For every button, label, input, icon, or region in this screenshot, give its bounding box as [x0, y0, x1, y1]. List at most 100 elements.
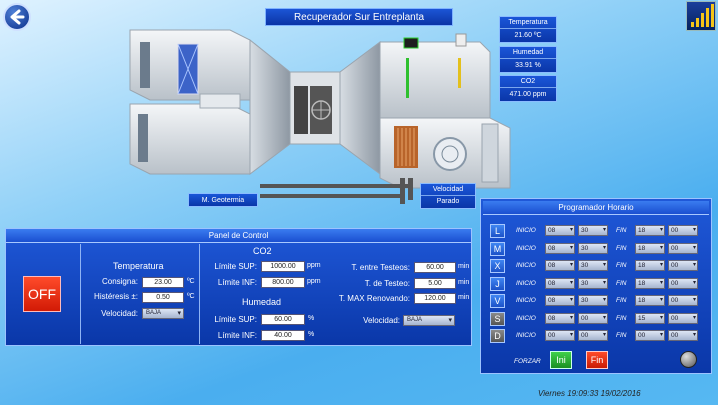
pipe-upper [260, 184, 410, 188]
datetime-status: Viernes 19:09:33 19/02/2016 [538, 389, 641, 398]
signal-bars-icon [691, 4, 714, 27]
day-button-s[interactable]: S [490, 312, 505, 326]
inicio-hour-select[interactable]: 08 [545, 278, 575, 289]
fin-minute-select[interactable]: 00 [668, 313, 698, 324]
signal-button[interactable] [686, 1, 716, 31]
histeresis-unit: ºC [187, 293, 195, 300]
fin-minute-select[interactable]: 00 [668, 330, 698, 341]
co2-sup-unit: ppm [307, 262, 321, 269]
blower-icon [433, 137, 467, 171]
divider [199, 244, 200, 344]
sensor-green [406, 58, 409, 98]
fin-label: FIN [616, 332, 627, 339]
status-led [680, 351, 697, 368]
control-panel-title: Panel de Control [6, 229, 471, 243]
day-button-x[interactable]: X [490, 259, 505, 273]
day-button-m[interactable]: M [490, 242, 505, 256]
hum-sup-input[interactable]: 60.00 [261, 314, 305, 325]
max-renovando-input[interactable]: 120.00 [414, 293, 456, 304]
forzar-fin-button[interactable]: Fin [586, 351, 608, 369]
page-title: Recuperador Sur Entreplanta [265, 8, 453, 26]
co2-inf-unit: ppm [307, 278, 321, 285]
entre-testeos-input[interactable]: 60.00 [414, 262, 456, 273]
temp-velocidad-select[interactable]: BAJA [142, 308, 184, 319]
inicio-hour-select[interactable]: 00 [545, 330, 575, 341]
consigna-label: Consigna: [101, 277, 138, 286]
inicio-minute-select[interactable]: 00 [578, 330, 608, 341]
inicio-minute-select[interactable]: 30 [578, 295, 608, 306]
inicio-hour-select[interactable]: 08 [545, 243, 575, 254]
co2-inf-input[interactable]: 800.00 [261, 277, 305, 288]
co2-sup-input[interactable]: 1000.00 [261, 261, 305, 272]
testeo-label: T. de Testeo: [364, 279, 410, 288]
humedad-title: Humedad [242, 297, 282, 307]
entre-testeos-unit: min [458, 263, 470, 270]
inicio-label: INICIO [516, 315, 536, 322]
inicio-hour-select[interactable]: 08 [545, 225, 575, 236]
inicio-minute-select[interactable]: 30 [578, 225, 608, 236]
testeo-velocidad-select[interactable]: BAJA [403, 315, 455, 326]
inicio-minute-select[interactable]: 30 [578, 278, 608, 289]
day-button-l[interactable]: L [490, 224, 505, 238]
co2-title: CO2 [253, 246, 272, 256]
fin-minute-select[interactable]: 00 [668, 225, 698, 236]
hvac-screen: Recuperador Sur Entreplanta Temperatura … [0, 0, 718, 405]
fin-hour-select[interactable]: 18 [635, 295, 665, 306]
arrow-left-icon [10, 9, 25, 25]
fin-minute-select[interactable]: 00 [668, 260, 698, 271]
fin-hour-select[interactable]: 18 [635, 243, 665, 254]
inicio-minute-select[interactable]: 30 [578, 260, 608, 271]
speed-label: Velocidad [421, 184, 475, 196]
exchanger-core [294, 86, 308, 134]
fin-hour-select[interactable]: 18 [635, 225, 665, 236]
back-button[interactable] [3, 3, 31, 31]
speed-indicator: Velocidad Parado [420, 183, 476, 209]
fin-hour-select[interactable]: 18 [635, 278, 665, 289]
consigna-input[interactable]: 23.00 [142, 277, 184, 288]
sensor-device-2 [455, 33, 467, 47]
inicio-hour-select[interactable]: 08 [545, 313, 575, 324]
max-renovando-unit: min [458, 294, 470, 301]
inicio-label: INICIO [516, 227, 536, 234]
temp-velocidad-label: Velocidad: [101, 309, 138, 318]
forzar-ini-button[interactable]: Ini [550, 351, 572, 369]
histeresis-input[interactable]: 0.50 [142, 292, 184, 303]
forzar-label: FORZAR [514, 358, 541, 365]
power-toggle-button[interactable]: OFF [23, 276, 61, 312]
day-button-j[interactable]: J [490, 277, 505, 291]
inicio-label: INICIO [516, 262, 536, 269]
fin-hour-select[interactable]: 15 [635, 313, 665, 324]
hum-inf-input[interactable]: 40.00 [261, 330, 305, 341]
geotermia-label: M. Geotermia [188, 193, 258, 207]
temperatura-title: Temperatura [113, 261, 164, 271]
fin-minute-select[interactable]: 00 [668, 243, 698, 254]
inicio-hour-select[interactable]: 08 [545, 295, 575, 306]
hum-sup-unit: % [308, 315, 315, 322]
fin-minute-select[interactable]: 00 [668, 295, 698, 306]
inicio-label: INICIO [516, 332, 536, 339]
co2-inf-label: Límite INF: [217, 278, 257, 287]
hum-inf-unit: % [308, 331, 315, 338]
inlet-grille-lower [138, 114, 148, 162]
sensor-device [403, 37, 419, 49]
inicio-label: INICIO [516, 297, 536, 304]
sensor-yellow [458, 58, 461, 88]
inicio-minute-select[interactable]: 30 [578, 243, 608, 254]
divider [80, 244, 81, 344]
fin-minute-select[interactable]: 00 [668, 278, 698, 289]
speed-value: Parado [436, 198, 460, 205]
programador-title: Programador Horario [483, 201, 709, 215]
co2-sup-label: Límite SUP: [214, 262, 257, 271]
entre-testeos-label: T. entre Testeos: [351, 263, 410, 272]
fin-label: FIN [616, 297, 627, 304]
fin-hour-select[interactable]: 18 [635, 260, 665, 271]
fin-hour-select[interactable]: 00 [635, 330, 665, 341]
inicio-hour-select[interactable]: 08 [545, 260, 575, 271]
testeo-input[interactable]: 5.00 [414, 278, 456, 289]
inlet-grille [140, 42, 150, 88]
fin-label: FIN [616, 227, 627, 234]
inicio-minute-select[interactable]: 00 [578, 313, 608, 324]
day-button-d[interactable]: D [490, 329, 505, 343]
fin-label: FIN [616, 262, 627, 269]
day-button-v[interactable]: V [490, 294, 505, 308]
